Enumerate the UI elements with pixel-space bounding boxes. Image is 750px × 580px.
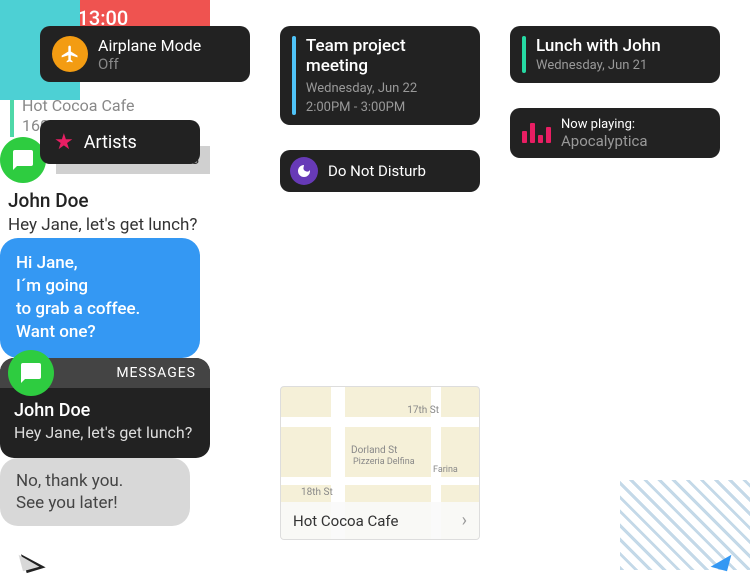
airplane-status: Off [98, 55, 201, 73]
message-body: Hey Jane, let's get lunch? [0, 212, 210, 238]
message-sender: John Doe [0, 189, 210, 212]
lunch-event-card[interactable]: Lunch with John Wednesday, Jun 21 [510, 26, 720, 83]
airplane-icon [52, 36, 88, 72]
map-place-bar[interactable]: Hot Cocoa Cafe › [281, 502, 479, 539]
star-icon: ★ [54, 130, 74, 155]
accent-bar [522, 36, 526, 73]
chat-text: Hi Jane, I´m going to grab a coffee. Wan… [16, 253, 140, 342]
artists-card[interactable]: ★ Artists [40, 120, 200, 164]
lunch-date: Wednesday, Jun 21 [536, 58, 661, 73]
chevron-right-icon: › [462, 510, 467, 531]
message-notification-dark[interactable]: MESSAGES John Doe Hey Jane, let's get lu… [0, 358, 210, 458]
dnd-card[interactable]: Do Not Disturb [280, 150, 480, 192]
messages-header: MESSAGES [64, 365, 210, 381]
dnd-label: Do Not Disturb [328, 162, 426, 180]
moon-icon [290, 157, 318, 185]
airplane-title: Airplane Mode [98, 36, 201, 55]
lunch-title: Lunch with John [536, 36, 661, 56]
meeting-title: Team project meeting [306, 36, 468, 77]
accent-bar [292, 36, 296, 115]
artists-label: Artists [84, 132, 137, 153]
message-body: Hey Jane, let's get lunch? [0, 423, 210, 444]
map-card[interactable]: 17th St Dorland St 18th St Pizzeria Delf… [280, 386, 480, 540]
chat-bubble-outgoing[interactable]: Hi Jane, I´m going to grab a coffee. Wan… [0, 238, 200, 358]
airplane-mode-card[interactable]: Airplane Mode Off [40, 26, 250, 82]
map-place-name: Hot Cocoa Cafe [293, 512, 398, 530]
nowplaying-track: Apocalyptica [561, 132, 648, 150]
chat-bubble-incoming[interactable]: No, thank you. See you later! [0, 458, 190, 526]
meeting-date: Wednesday, Jun 22 [306, 81, 468, 96]
messages-icon [8, 350, 54, 396]
meeting-time: 2:00PM - 3:00PM [306, 100, 468, 115]
equalizer-icon [522, 123, 551, 143]
now-playing-card[interactable]: Now playing: Apocalyptica [510, 108, 720, 158]
nowplaying-label: Now playing: [561, 117, 648, 132]
chat-text: No, thank you. See you later! [16, 471, 123, 513]
meeting-card[interactable]: Team project meeting Wednesday, Jun 22 2… [280, 26, 480, 125]
